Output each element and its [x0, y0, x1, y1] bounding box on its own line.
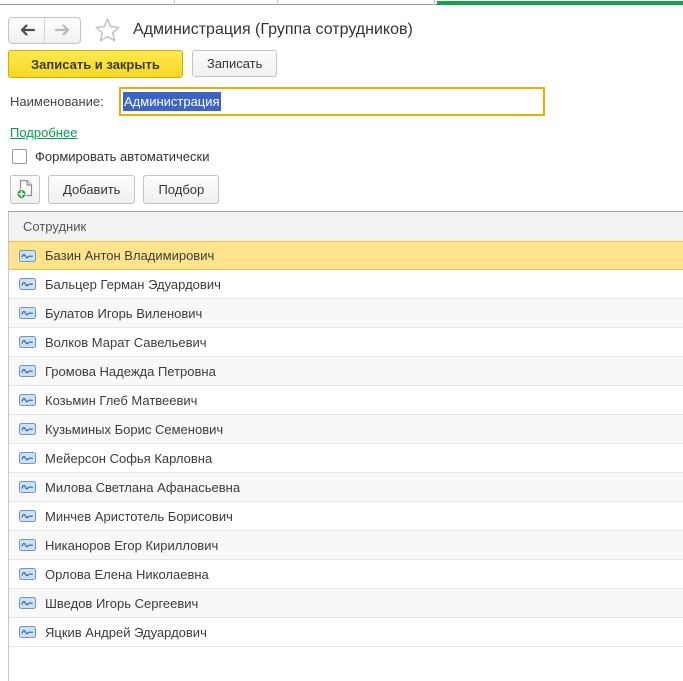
pick-button[interactable]: Подбор	[143, 175, 219, 204]
employee-name: Бальцер Герман Эдуардович	[45, 277, 221, 292]
name-label: Наименование:	[10, 94, 119, 109]
forward-button[interactable]	[44, 18, 80, 43]
employee-name: Мейерсон Софья Карловна	[45, 451, 212, 466]
name-input[interactable]: Администрация	[119, 87, 545, 116]
document-plus-icon	[15, 179, 35, 200]
employee-name: Кузьминых Борис Семенович	[45, 422, 223, 437]
form-actions: Записать и закрыть Записать	[8, 50, 277, 78]
employee-name: Козьмин Глеб Матвеевич	[45, 393, 197, 408]
employee-icon	[19, 423, 36, 435]
create-employee-button[interactable]	[10, 175, 40, 204]
employee-group-form-window: Администрация (Группа сотрудников) Запис…	[0, 0, 683, 681]
table-row[interactable]: Кузьминых Борис Семенович	[9, 415, 683, 444]
name-input-selected-value: Администрация	[123, 92, 221, 111]
employee-name: Никаноров Егор Кириллович	[45, 538, 218, 553]
arrow-right-icon	[54, 23, 72, 37]
employee-name: Милова Светлана Афанасьевна	[45, 480, 240, 495]
employee-icon	[19, 278, 36, 290]
favorite-star-icon[interactable]	[94, 17, 121, 43]
employee-icon	[19, 250, 36, 262]
employee-name: Громова Надежда Петровна	[45, 364, 216, 379]
employee-icon	[19, 394, 36, 406]
page-title: Администрация (Группа сотрудников)	[133, 21, 413, 39]
history-nav-group	[8, 17, 81, 44]
auto-form-checkbox[interactable]	[12, 149, 27, 164]
employee-icon	[19, 452, 36, 464]
tab-separator	[277, 0, 278, 5]
employee-name: Яцкив Андрей Эдуардович	[45, 625, 207, 640]
more-details-link[interactable]: Подробнее	[10, 125, 77, 140]
save-and-close-button[interactable]: Записать и закрыть	[8, 50, 183, 78]
table-row[interactable]: Шведов Игорь Сергеевич	[9, 589, 683, 618]
back-button[interactable]	[9, 18, 44, 43]
employee-icon	[19, 481, 36, 493]
employee-name: Булатов Игорь Виленович	[45, 306, 202, 321]
table-row[interactable]: Орлова Елена Николаевна	[9, 560, 683, 589]
employee-column-header[interactable]: Сотрудник	[9, 212, 683, 242]
table-row[interactable]: Милова Светлана Афанасьевна	[9, 473, 683, 502]
active-tab-indicator	[437, 1, 683, 5]
employee-name: Базин Антон Владимирович	[45, 248, 214, 263]
employee-icon	[19, 307, 36, 319]
add-button[interactable]: Добавить	[48, 175, 135, 204]
employee-name: Волков Марат Савельевич	[45, 335, 207, 350]
auto-form-checkbox-label: Формировать автоматически	[35, 149, 209, 164]
employee-icon	[19, 597, 36, 609]
employee-icon	[19, 626, 36, 638]
employee-icon	[19, 568, 36, 580]
tab-separator	[174, 0, 175, 5]
employee-table: Сотрудник Базин Антон Владимирович Бальц…	[8, 211, 683, 681]
tab-separator	[434, 0, 435, 5]
employee-name: Минчев Аристотель Борисович	[45, 509, 233, 524]
navigation-bar: Администрация (Группа сотрудников)	[8, 16, 413, 44]
table-row[interactable]: Минчев Аристотель Борисович	[9, 502, 683, 531]
employee-icon	[19, 539, 36, 551]
auto-form-checkbox-row[interactable]: Формировать автоматически	[12, 149, 209, 164]
table-row[interactable]: Волков Марат Савельевич	[9, 328, 683, 357]
employee-name: Орлова Елена Николаевна	[45, 567, 209, 582]
table-row[interactable]: Яцкив Андрей Эдуардович	[9, 618, 683, 647]
name-field-row: Наименование: Администрация	[10, 87, 545, 116]
employee-icon	[19, 365, 36, 377]
employee-list: Базин Антон Владимирович Бальцер Герман …	[9, 241, 683, 647]
arrow-left-icon	[18, 23, 36, 37]
employee-list-toolbar: Добавить Подбор	[10, 175, 219, 204]
table-row[interactable]: Базин Антон Владимирович	[9, 241, 683, 270]
tab-strip	[0, 0, 683, 5]
table-row[interactable]: Козьмин Глеб Матвеевич	[9, 386, 683, 415]
employee-icon	[19, 510, 36, 522]
table-row[interactable]: Мейерсон Софья Карловна	[9, 444, 683, 473]
employee-name: Шведов Игорь Сергеевич	[45, 596, 198, 611]
table-row[interactable]: Булатов Игорь Виленович	[9, 299, 683, 328]
table-row[interactable]: Бальцер Герман Эдуардович	[9, 270, 683, 299]
table-row[interactable]: Громова Надежда Петровна	[9, 357, 683, 386]
employee-icon	[19, 336, 36, 348]
table-row[interactable]: Никаноров Егор Кириллович	[9, 531, 683, 560]
save-button[interactable]: Записать	[192, 50, 278, 77]
